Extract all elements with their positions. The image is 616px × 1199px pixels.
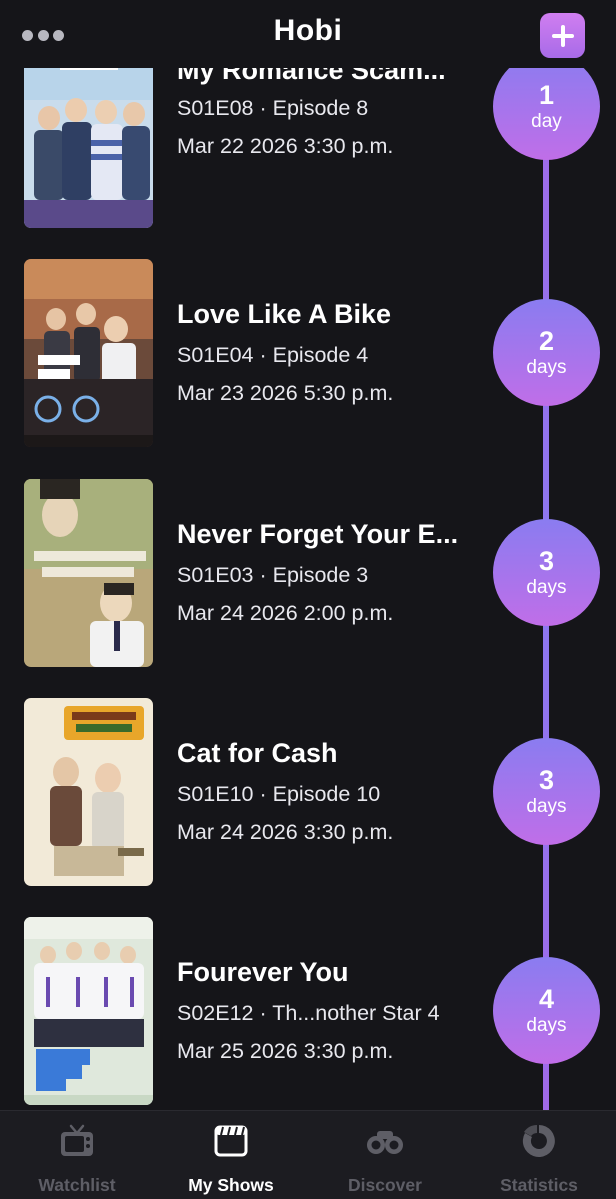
countdown-badge: 2 days <box>493 299 600 406</box>
air-date: Mar 24 2026 3:30 p.m. <box>177 820 394 844</box>
countdown-badge: 3 days <box>493 738 600 845</box>
app-title: Hobi <box>273 14 343 47</box>
tab-my-shows[interactable]: My Shows <box>154 1123 308 1195</box>
countdown-number: 2 <box>538 325 555 356</box>
air-date: Mar 25 2026 3:30 p.m. <box>177 1039 394 1063</box>
list-item[interactable]: My Romance Scam... S01E08 · Episode 8 Ma… <box>0 68 616 228</box>
tab-watchlist[interactable]: Watchlist <box>0 1123 154 1195</box>
header: Hobi <box>0 0 616 68</box>
show-title: Fourever You <box>177 957 349 987</box>
app-screen: Hobi My Romance Scam... S01E08 · Episode… <box>0 0 616 1199</box>
countdown-unit: days <box>526 356 567 378</box>
countdown-number: 3 <box>538 545 555 576</box>
list-item[interactable]: Never Forget Your E... S01E03 · Episode … <box>0 479 616 667</box>
show-title: Cat for Cash <box>177 738 338 768</box>
countdown-badge: 3 days <box>493 519 600 626</box>
clapperboard-icon <box>212 1123 250 1159</box>
episode-label: S01E04 · Episode 4 <box>177 343 369 367</box>
poster-image <box>24 917 153 1105</box>
tab-discover[interactable]: Discover <box>308 1123 462 1195</box>
poster-image <box>24 479 153 667</box>
countdown-number: 4 <box>538 983 555 1014</box>
episode-label: S01E03 · Episode 3 <box>177 563 369 587</box>
tv-icon <box>58 1123 96 1159</box>
countdown-number: 3 <box>538 764 555 795</box>
show-title: Never Forget Your E... <box>177 519 459 549</box>
air-date: Mar 24 2026 2:00 p.m. <box>177 601 394 625</box>
list-item[interactable]: Fourever You S02E12 · Th...nother Star 4… <box>0 917 616 1105</box>
countdown-unit: day <box>531 110 562 132</box>
countdown-unit: days <box>526 576 567 598</box>
episode-label: S02E12 · Th...nother Star 4 <box>177 1001 440 1025</box>
tab-label: Statistics <box>500 1175 578 1195</box>
tab-label: Watchlist <box>38 1175 116 1195</box>
tab-bar: Watchlist My Shows Discover Statistics <box>0 1110 616 1199</box>
upcoming-episodes-list[interactable]: My Romance Scam... S01E08 · Episode 8 Ma… <box>0 68 616 1110</box>
tab-statistics[interactable]: Statistics <box>462 1123 616 1195</box>
add-show-button[interactable] <box>540 13 585 58</box>
list-item[interactable]: Love Like A Bike S01E04 · Episode 4 Mar … <box>0 259 616 447</box>
countdown-unit: days <box>526 795 567 817</box>
list-item[interactable]: Cat for Cash S01E10 · Episode 10 Mar 24 … <box>0 698 616 886</box>
show-title: My Romance Scam... <box>177 68 446 85</box>
show-title: Love Like A Bike <box>177 299 392 329</box>
countdown-badge: 4 days <box>493 957 600 1064</box>
countdown-badge: 1 day <box>493 68 600 160</box>
air-date: Mar 23 2026 5:30 p.m. <box>177 381 394 405</box>
poster-image <box>24 68 153 228</box>
episode-label: S01E08 · Episode 8 <box>177 96 369 120</box>
pie-chart-icon <box>520 1123 558 1159</box>
tab-label: Discover <box>348 1175 422 1195</box>
air-date: Mar 22 2026 3:30 p.m. <box>177 134 394 158</box>
poster-image <box>24 259 153 447</box>
poster-image <box>24 698 153 886</box>
countdown-unit: days <box>526 1014 567 1036</box>
countdown-number: 1 <box>538 79 555 110</box>
episode-label: S01E10 · Episode 10 <box>177 782 381 806</box>
tab-label: My Shows <box>188 1175 274 1195</box>
plus-icon <box>551 24 574 47</box>
binoculars-icon <box>366 1123 404 1159</box>
